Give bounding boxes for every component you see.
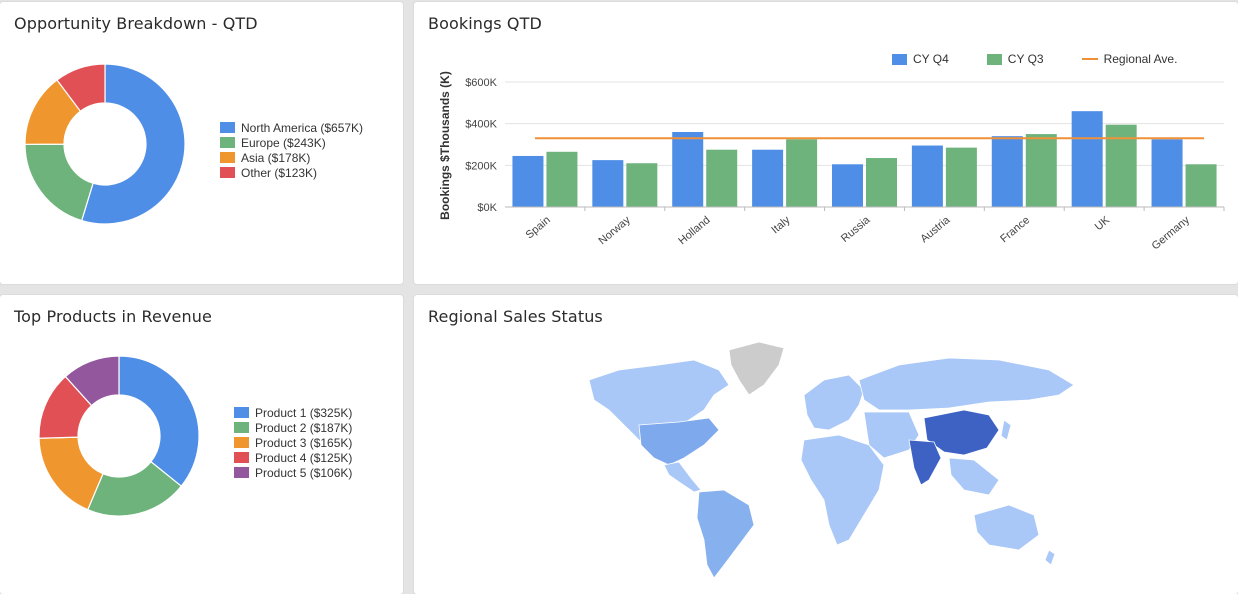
donut-slice-product-1[interactable] — [118, 355, 200, 488]
y-tick-label: $400K — [465, 119, 497, 131]
products-panel: Top Products in Revenue Product 1 ($325K… — [0, 295, 403, 594]
bar-cy-q3-uk[interactable] — [1105, 124, 1137, 207]
legend-label: Other ($123K) — [241, 165, 318, 180]
legend-swatch-icon — [234, 437, 249, 448]
legend-item[interactable]: Product 5 ($106K) — [234, 465, 352, 480]
bar-cy-q3-norway[interactable] — [626, 163, 658, 207]
bar-cy-q4-norway[interactable] — [592, 160, 624, 207]
legend-swatch-icon — [220, 152, 235, 163]
bar-cy-q4-france[interactable] — [991, 136, 1023, 207]
bar-cy-q3-austria[interactable] — [945, 147, 977, 207]
x-tick-label: UK — [1093, 214, 1113, 233]
usa-region[interactable] — [638, 417, 720, 466]
bar-cy-q3-spain[interactable] — [546, 151, 578, 207]
x-tick-label: Holland — [676, 214, 712, 247]
central-america-region[interactable] — [663, 461, 702, 493]
opportunity-legend: North America ($657K) Europe ($243K) Asia … — [220, 120, 363, 180]
regional-title: Regional Sales Status — [428, 307, 603, 326]
legend-swatch-icon — [234, 452, 249, 463]
bar-cy-q4-spain[interactable] — [512, 155, 544, 207]
x-tick-label: Italy — [769, 214, 793, 236]
legend-swatch-icon — [220, 167, 235, 178]
europe-region[interactable] — [803, 374, 865, 431]
y-axis-label: Bookings $Thousands (K) — [438, 71, 452, 220]
bar-cy-q4-russia[interactable] — [832, 164, 863, 207]
x-tick-label: France — [998, 214, 1032, 245]
legend-item[interactable]: North America ($657K) — [220, 120, 363, 135]
bar-cy-q3-france[interactable] — [1025, 134, 1057, 207]
products-donut-chart[interactable] — [19, 336, 219, 536]
south-america-region[interactable] — [696, 489, 755, 579]
legend-item[interactable]: Product 2 ($187K) — [234, 420, 352, 435]
legend-swatch-icon — [220, 137, 235, 148]
bar-cy-q3-italy[interactable] — [786, 139, 818, 207]
y-tick-label: $200K — [465, 160, 497, 172]
legend-swatch-icon — [234, 422, 249, 433]
australia-region[interactable] — [973, 504, 1040, 551]
opportunity-donut-chart[interactable] — [5, 44, 205, 244]
x-tick-label: Spain — [524, 214, 553, 241]
legend-item[interactable]: Product 4 ($125K) — [234, 450, 352, 465]
legend-label: Product 4 ($125K) — [255, 450, 353, 465]
bar-cy-q3-holland[interactable] — [706, 149, 738, 207]
legend-item[interactable]: Product 3 ($165K) — [234, 435, 352, 450]
opportunity-title: Opportunity Breakdown - QTD — [14, 14, 258, 33]
y-tick-label: $0K — [477, 202, 497, 214]
legend-swatch-icon — [234, 407, 249, 418]
x-tick-label: Germany — [1150, 214, 1193, 253]
legend-label: Product 1 ($325K) — [255, 405, 353, 420]
legend-item[interactable]: Other ($123K) — [220, 165, 363, 180]
opportunity-panel: Opportunity Breakdown - QTD North Americ… — [0, 2, 403, 284]
legend-label: North America ($657K) — [241, 120, 364, 135]
legend-label: Asia ($178K) — [241, 150, 311, 165]
legend-swatch-icon — [220, 122, 235, 133]
bar-cy-q4-germany[interactable] — [1151, 139, 1183, 207]
legend-label: Product 5 ($106K) — [255, 465, 353, 480]
new-zealand-region[interactable] — [1044, 549, 1056, 566]
x-tick-label: Russia — [839, 214, 873, 245]
legend-item[interactable]: Europe ($243K) — [220, 135, 363, 150]
world-map-icon[interactable] — [579, 340, 1079, 580]
x-tick-label: Austria — [918, 214, 953, 246]
greenland-region[interactable] — [728, 341, 785, 396]
russia-region[interactable] — [858, 357, 1075, 411]
legend-item[interactable]: Product 1 ($325K) — [234, 405, 352, 420]
legend-label: Product 2 ($187K) — [255, 420, 353, 435]
donut-slice-europe[interactable] — [24, 143, 94, 222]
legend-swatch-icon — [234, 467, 249, 478]
bar-cy-q4-uk[interactable] — [1071, 111, 1103, 207]
y-tick-label: $600K — [465, 77, 497, 89]
bookings-panel: Bookings QTD CY Q4 CY Q3 Regional Ave. $… — [414, 2, 1238, 284]
x-tick-label: Norway — [596, 214, 633, 247]
bar-cy-q3-germany[interactable] — [1185, 164, 1217, 207]
products-title: Top Products in Revenue — [14, 307, 212, 326]
legend-item[interactable]: Asia ($178K) — [220, 150, 363, 165]
products-legend: Product 1 ($325K) Product 2 ($187K) Produc… — [234, 405, 352, 480]
bar-cy-q4-italy[interactable] — [752, 149, 784, 207]
bar-cy-q4-holland[interactable] — [672, 132, 704, 207]
bar-cy-q3-russia[interactable] — [866, 158, 897, 207]
africa-region[interactable] — [800, 434, 885, 546]
bar-cy-q4-austria[interactable] — [911, 145, 943, 207]
legend-label: Product 3 ($165K) — [255, 435, 353, 450]
bookings-bar-chart[interactable]: $0K $200K $400K $600K Bookings $Thousands (K… — [414, 2, 1238, 284]
regional-panel: Regional Sales Status — [414, 295, 1238, 594]
southeast-asia-region[interactable] — [948, 457, 1000, 496]
legend-label: Europe ($243K) — [241, 135, 326, 150]
india-region[interactable] — [908, 439, 942, 486]
japan-region[interactable] — [1000, 419, 1012, 441]
